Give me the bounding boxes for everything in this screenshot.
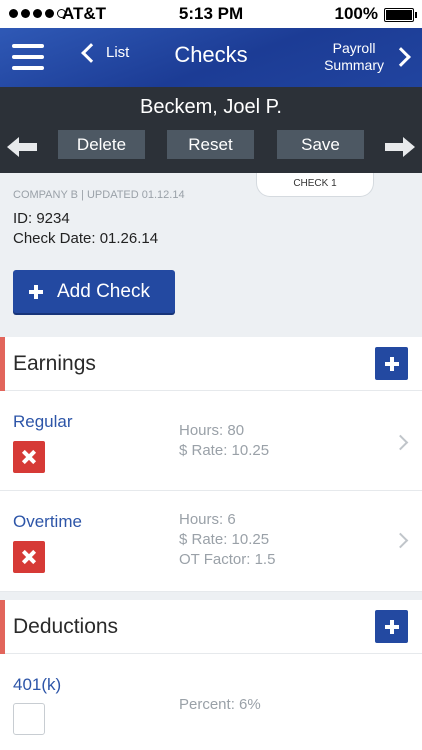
chevron-right-icon	[391, 47, 411, 67]
add-earning-button[interactable]	[375, 347, 408, 380]
earning-row-regular[interactable]: Regular Hours: 80 $ Rate: 10.25	[0, 391, 422, 491]
plus-icon	[384, 356, 399, 371]
check-info-panel: CHECK 1 COMPANY B | UPDATED 01.12.14 ID:…	[0, 173, 422, 337]
back-to-list-button[interactable]: List	[78, 42, 130, 63]
hamburger-menu-icon[interactable]	[12, 44, 44, 70]
previous-record-arrow-icon[interactable]	[7, 137, 37, 157]
check-date: Check Date: 01.26.14	[13, 230, 159, 247]
earning-details: Hours: 80 $ Rate: 10.25	[179, 422, 270, 459]
add-deduction-button[interactable]	[375, 610, 408, 643]
plus-icon	[384, 619, 399, 634]
payroll-summary-button[interactable]: Payroll Summary	[324, 40, 411, 74]
chevron-right-icon[interactable]	[392, 434, 409, 451]
deduction-checkbox[interactable]	[13, 703, 45, 735]
check-id: ID: 9234	[13, 210, 70, 227]
earning-row-overtime[interactable]: Overtime Hours: 6 $ Rate: 10.25 OT Facto…	[0, 491, 422, 592]
chevron-left-icon	[81, 42, 101, 63]
back-button-label: List	[106, 44, 130, 61]
battery-icon	[384, 8, 417, 22]
earning-details: Hours: 6 $ Rate: 10.25 OT Factor: 1.5	[179, 511, 276, 568]
record-toolbar: Beckem, Joel P. Delete Reset Save	[0, 87, 422, 173]
chevron-right-icon[interactable]	[392, 532, 409, 549]
remove-earning-icon[interactable]	[13, 541, 45, 573]
navigation-bar: List Checks Payroll Summary	[0, 28, 422, 87]
earnings-heading: Earnings	[13, 352, 96, 375]
employee-name: Beckem, Joel P.	[140, 96, 282, 118]
next-record-arrow-icon[interactable]	[385, 137, 415, 157]
plus-icon	[29, 284, 43, 299]
reset-button[interactable]: Reset	[167, 130, 254, 159]
earning-title[interactable]: Regular	[13, 412, 73, 432]
section-marker	[0, 337, 5, 391]
earning-title[interactable]: Overtime	[13, 512, 82, 532]
add-check-label: Add Check	[57, 280, 150, 302]
delete-button[interactable]: Delete	[58, 130, 145, 159]
deductions-section-header: Deductions	[0, 600, 422, 654]
earnings-section-header: Earnings	[0, 337, 422, 391]
battery-percent: 100%	[334, 4, 378, 23]
deduction-details: Percent: 6%	[179, 696, 261, 713]
deduction-title[interactable]: 401(k)	[13, 675, 61, 695]
section-marker	[0, 600, 5, 654]
add-check-button[interactable]: Add Check	[13, 270, 175, 313]
payroll-summary-label: Payroll Summary	[324, 40, 384, 73]
status-bar: AT&T 5:13 PM 100%	[0, 0, 422, 28]
remove-earning-icon[interactable]	[13, 441, 45, 473]
deduction-row-401k[interactable]: 401(k) Percent: 6%	[0, 654, 422, 750]
check-tab[interactable]: CHECK 1	[256, 173, 374, 197]
company-updated-meta: COMPANY B | UPDATED 01.12.14	[13, 189, 185, 201]
save-button[interactable]: Save	[277, 130, 364, 159]
deductions-heading: Deductions	[13, 615, 119, 638]
